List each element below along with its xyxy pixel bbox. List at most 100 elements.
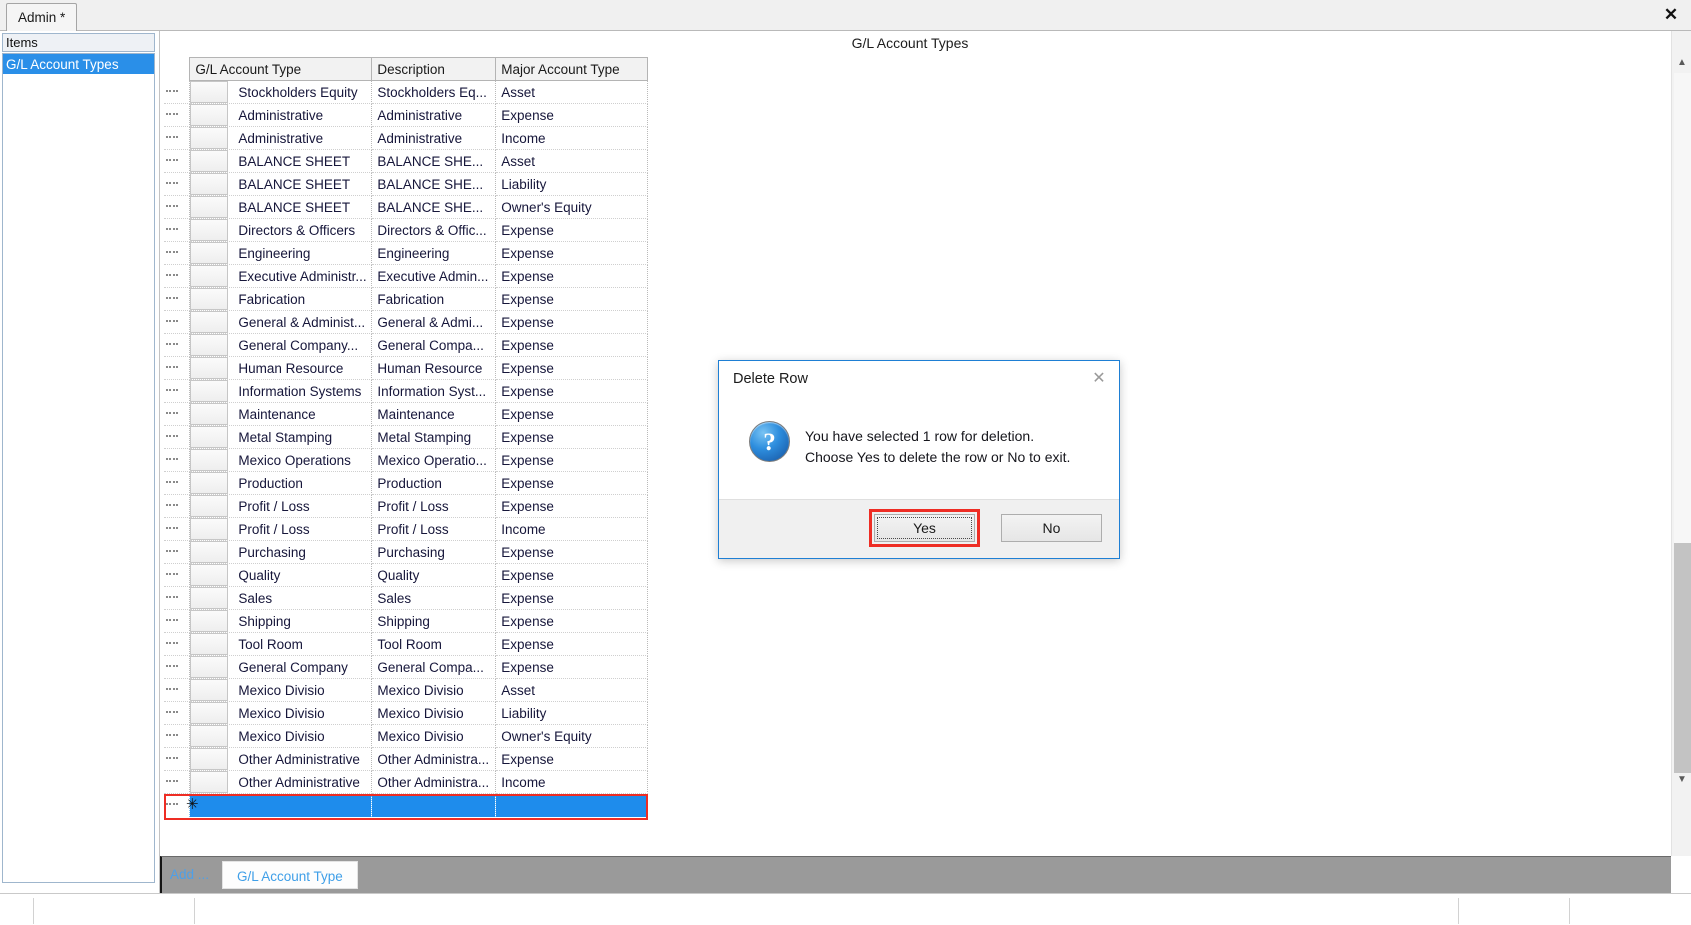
row-select-button[interactable] — [190, 265, 229, 287]
cell-gl-account-type[interactable]: Other Administrative — [189, 770, 373, 794]
cell-gl-account-type[interactable]: Executive Administr... — [189, 264, 373, 288]
cell-major-account-type[interactable]: Expense — [495, 632, 648, 656]
table-row[interactable]: Maintenance Maintenance Expense — [164, 402, 648, 426]
cell-description[interactable]: Metal Stamping — [371, 425, 497, 449]
close-icon[interactable]: ✕ — [1660, 4, 1682, 26]
table-row[interactable]: General Company General Compa... Expense — [164, 655, 648, 679]
cell-gl-account-type[interactable]: Mexico Divisio — [189, 701, 373, 725]
cell-major-account-type[interactable]: Expense — [495, 609, 648, 633]
new-row-container[interactable]: ✳ — [164, 794, 648, 820]
cell-major-account-type[interactable]: Expense — [495, 747, 648, 771]
cell-major-account-type[interactable]: Expense — [495, 448, 648, 472]
cell-gl-account-type[interactable]: Profit / Loss — [189, 494, 373, 518]
table-row[interactable]: Executive Administr... Executive Admin...… — [164, 264, 648, 288]
table-row[interactable]: Mexico Divisio Mexico Divisio Owner's Equi… — [164, 724, 648, 748]
row-select-button[interactable] — [190, 426, 229, 448]
cell-gl-account-type[interactable]: Human Resource — [189, 356, 373, 380]
cell-gl-account-type[interactable]: Metal Stamping — [189, 425, 373, 449]
cell-major-account-type[interactable]: Asset — [495, 149, 648, 173]
row-select-button[interactable] — [190, 127, 229, 149]
row-select-button[interactable] — [190, 81, 229, 103]
row-select-button[interactable] — [190, 449, 229, 471]
cell-description[interactable]: Profit / Loss — [371, 517, 497, 541]
table-row[interactable]: General & Administ... General & Admi... Ex… — [164, 310, 648, 334]
row-select-button[interactable] — [190, 656, 229, 678]
table-row[interactable]: Production Production Expense — [164, 471, 648, 495]
table-row[interactable]: Mexico Divisio Mexico Divisio Asset — [164, 678, 648, 702]
row-select-button[interactable] — [190, 196, 229, 218]
table-row[interactable]: Quality Quality Expense — [164, 563, 648, 587]
cell-description[interactable]: BALANCE SHE... — [371, 172, 497, 196]
cell-description[interactable]: Quality — [371, 563, 497, 587]
cell-major-account-type[interactable]: Expense — [495, 655, 648, 679]
cell-description[interactable]: Maintenance — [371, 402, 497, 426]
cell-major-account-type[interactable]: Expense — [495, 287, 648, 311]
table-row[interactable]: Profit / Loss Profit / Loss Income — [164, 517, 648, 541]
cell-description[interactable]: Executive Admin... — [371, 264, 497, 288]
cell-gl-account-type[interactable]: Fabrication — [189, 287, 373, 311]
column-header-gl-account-type[interactable]: G/L Account Type — [189, 57, 373, 81]
add-gl-account-type-button[interactable]: G/L Account Type — [222, 861, 358, 889]
table-row[interactable]: Directors & Officers Directors & Offic...… — [164, 218, 648, 242]
cell-description[interactable]: Mexico Operatio... — [371, 448, 497, 472]
table-row[interactable]: Profit / Loss Profit / Loss Expense — [164, 494, 648, 518]
row-select-button[interactable] — [190, 288, 229, 310]
table-row[interactable]: Shipping Shipping Expense — [164, 609, 648, 633]
row-select-button[interactable] — [190, 564, 229, 586]
cell-major-account-type[interactable]: Expense — [495, 241, 648, 265]
cell-major-account-type[interactable]: Liability — [495, 172, 648, 196]
table-row[interactable]: Information Systems Information Syst... Ex… — [164, 379, 648, 403]
row-select-button[interactable] — [190, 150, 229, 172]
tab-admin[interactable]: Admin * — [6, 3, 78, 31]
row-select-button[interactable] — [190, 725, 229, 747]
cell-major-account-type[interactable]: Expense — [495, 563, 648, 587]
cell-gl-account-type[interactable]: Information Systems — [189, 379, 373, 403]
cell-description[interactable]: Fabrication — [371, 287, 497, 311]
row-select-button[interactable] — [190, 518, 229, 540]
table-row[interactable]: Purchasing Purchasing Expense — [164, 540, 648, 564]
cell-gl-account-type[interactable]: General Company — [189, 655, 373, 679]
cell-description[interactable]: Purchasing — [371, 540, 497, 564]
row-select-button[interactable] — [190, 702, 229, 724]
row-select-button[interactable] — [190, 541, 229, 563]
cell-major-account-type[interactable]: Expense — [495, 402, 648, 426]
row-select-button[interactable] — [190, 495, 229, 517]
row-select-button[interactable] — [190, 679, 229, 701]
cell-gl-account-type[interactable]: Mexico Divisio — [189, 724, 373, 748]
sidebar-item-gl-account-types[interactable]: G/L Account Types — [3, 54, 154, 74]
cell-major-account-type[interactable]: Expense — [495, 540, 648, 564]
cell-gl-account-type[interactable]: Tool Room — [189, 632, 373, 656]
cell-description[interactable]: Human Resource — [371, 356, 497, 380]
table-row[interactable]: Other Administrative Other Administra... I… — [164, 770, 648, 794]
row-select-button[interactable] — [190, 610, 229, 632]
cell-major-account-type[interactable]: Income — [495, 126, 648, 150]
table-row[interactable]: Metal Stamping Metal Stamping Expense — [164, 425, 648, 449]
cell-description[interactable]: General & Admi... — [371, 310, 497, 334]
row-select-button[interactable] — [190, 242, 229, 264]
cell-description[interactable]: Mexico Divisio — [371, 701, 497, 725]
row-select-button[interactable] — [190, 311, 229, 333]
table-row[interactable]: Mexico Divisio Mexico Divisio Liability — [164, 701, 648, 725]
cell-description[interactable]: Administrative — [371, 126, 497, 150]
cell-description[interactable]: Production — [371, 471, 497, 495]
row-select-button[interactable] — [190, 334, 229, 356]
cell-major-account-type[interactable]: Expense — [495, 218, 648, 242]
row-select-button[interactable] — [190, 219, 229, 241]
cell-gl-account-type[interactable]: Directors & Officers — [189, 218, 373, 242]
scroll-down-icon[interactable]: ▼ — [1672, 770, 1691, 790]
cell-major-account-type[interactable]: Expense — [495, 586, 648, 610]
scrollbar-track-lower[interactable] — [1674, 543, 1691, 773]
cell-major-account-type[interactable]: Asset — [495, 678, 648, 702]
cell-gl-account-type[interactable]: Sales — [189, 586, 373, 610]
table-row[interactable]: BALANCE SHEET BALANCE SHE... Owner's Equit… — [164, 195, 648, 219]
cell-gl-account-type[interactable]: Stockholders Equity — [189, 80, 373, 104]
cell-major-account-type[interactable]: Income — [495, 517, 648, 541]
row-select-button[interactable] — [190, 173, 229, 195]
table-row[interactable]: BALANCE SHEET BALANCE SHE... Asset — [164, 149, 648, 173]
cell-major-account-type[interactable]: Owner's Equity — [495, 724, 648, 748]
cell-gl-account-type[interactable]: Quality — [189, 563, 373, 587]
cell-gl-account-type[interactable]: Maintenance — [189, 402, 373, 426]
cell-major-account-type[interactable]: Income — [495, 770, 648, 794]
cell-description[interactable]: BALANCE SHE... — [371, 149, 497, 173]
table-row[interactable]: Tool Room Tool Room Expense — [164, 632, 648, 656]
